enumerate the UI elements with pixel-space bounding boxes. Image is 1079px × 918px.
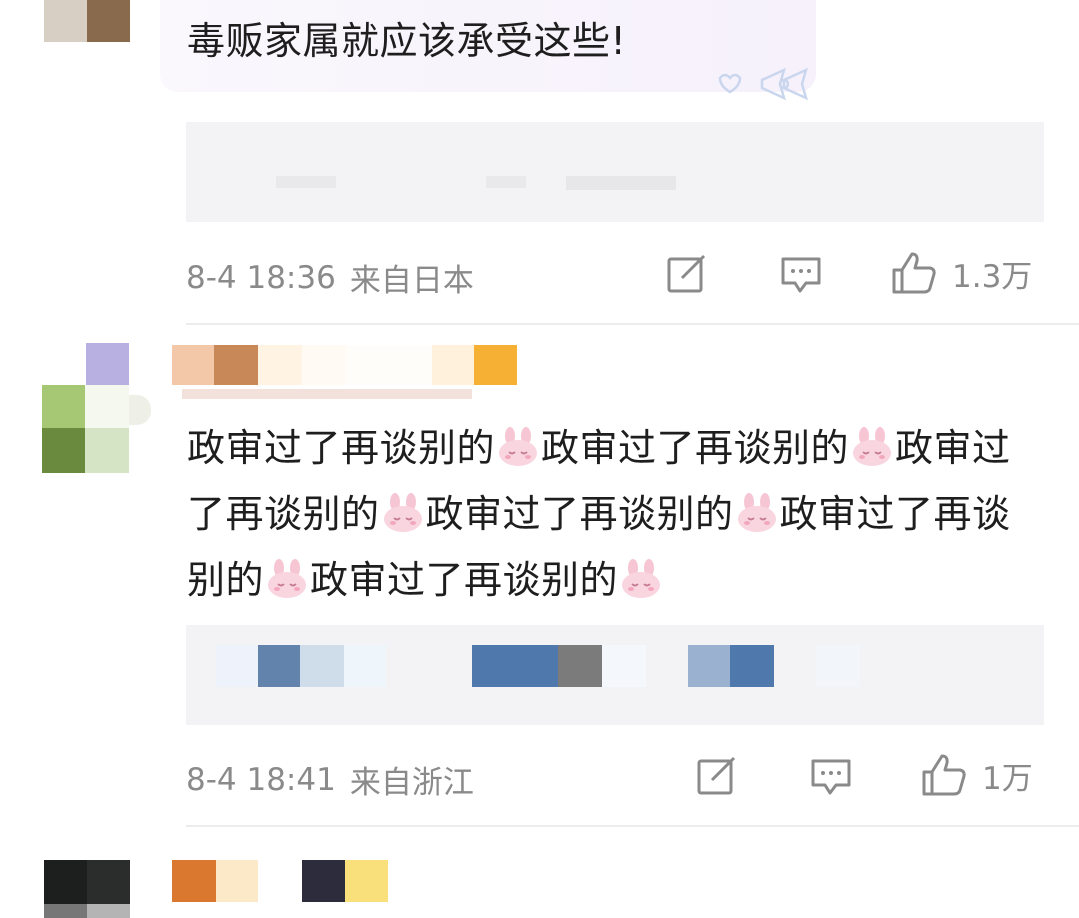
like-count: 1万 <box>982 760 1033 797</box>
reply-preview[interactable] <box>186 122 1044 222</box>
divider <box>186 825 1079 827</box>
bunny-emoji-icon <box>737 493 776 532</box>
share-button[interactable] <box>696 756 738 796</box>
thumbs-up-icon <box>922 754 966 796</box>
username[interactable] <box>172 860 388 904</box>
like-button[interactable]: 1万 <box>920 752 1033 798</box>
comment-item: 政审过了再谈别的 政审过了再谈别的 政审过了再谈别的 政审过了再谈别的 政审过了再谈别的… <box>0 325 1079 830</box>
share-edit-icon <box>697 756 736 795</box>
bunny-emoji-icon <box>622 559 661 598</box>
comment-bubble-icon <box>811 759 851 795</box>
comment-button[interactable] <box>779 255 823 295</box>
comment-meta: 8-4 18:41 来自浙江 <box>186 757 474 802</box>
comment-time: 8-4 18:41 <box>186 761 336 798</box>
avatar[interactable] <box>44 860 130 918</box>
username[interactable] <box>172 345 517 403</box>
comment-segment: 政审过了再谈别的 <box>187 426 496 470</box>
comment-segment: 政审过了再谈别的 <box>425 492 734 536</box>
comment-location: 来自日本 <box>349 263 474 299</box>
like-button[interactable]: 1.3万 <box>890 250 1032 296</box>
bunny-emoji-icon <box>853 427 892 466</box>
share-edit-icon <box>667 254 706 293</box>
bunny-emoji-icon <box>383 493 422 532</box>
comment-segment: 政审过了再谈别的 <box>310 558 619 602</box>
thumbs-up-icon <box>892 252 936 294</box>
comment-item: 毒贩家属就应该承受这些! 8-4 18:36 来自日本 1.3万 <box>0 0 1079 325</box>
share-button[interactable] <box>666 254 708 294</box>
bunny-emoji-icon <box>499 427 538 466</box>
comment-text: 毒贩家属就应该承受这些! <box>187 19 627 63</box>
avatar[interactable] <box>42 343 152 473</box>
reply-preview[interactable] <box>186 625 1044 725</box>
comment-bubble-icon <box>781 257 821 293</box>
comment-segment: 政审过了再谈别的 <box>541 426 850 470</box>
comment-text: 政审过了再谈别的 政审过了再谈别的 政审过了再谈别的 政审过了再谈别的 政审过了再谈别的… <box>187 415 1047 613</box>
comment-button[interactable] <box>809 757 853 797</box>
like-count: 1.3万 <box>952 258 1033 295</box>
comment-time: 8-4 18:36 <box>186 259 336 296</box>
comment-location: 来自浙江 <box>349 765 474 801</box>
comment-item <box>0 830 1079 918</box>
comment-meta: 8-4 18:36 来自日本 <box>186 255 474 300</box>
bunny-emoji-icon <box>268 559 307 598</box>
avatar[interactable] <box>44 0 130 42</box>
